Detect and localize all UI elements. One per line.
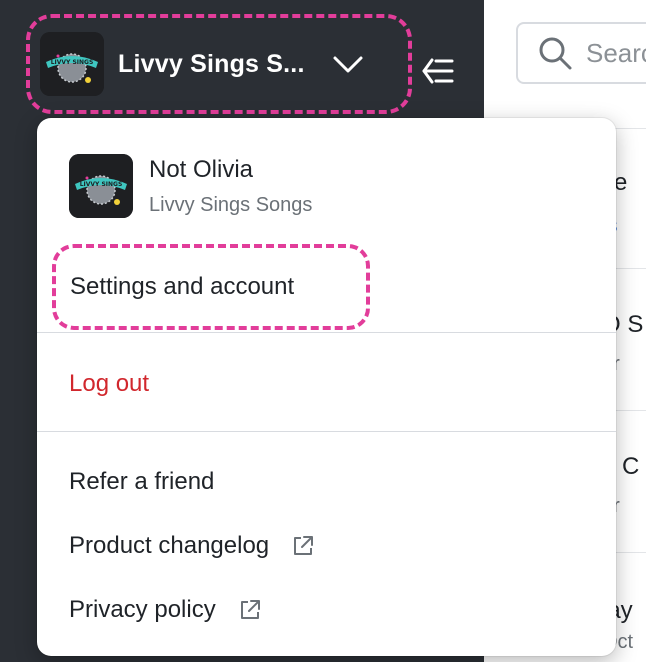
- product-changelog-item[interactable]: Product changelog: [69, 532, 315, 560]
- account-menu: LIVVY SINGS Not Olivia Livvy Sings Songs…: [37, 118, 616, 656]
- logout-label: Log out: [69, 370, 150, 397]
- account-workspace-name: Livvy Sings Songs: [149, 194, 313, 216]
- chevron-down-icon: [333, 56, 363, 73]
- settings-and-account-item[interactable]: Settings and account: [52, 244, 370, 330]
- search-icon: [539, 37, 572, 70]
- search-input[interactable]: Search: [516, 22, 646, 84]
- settings-label: Settings and account: [70, 273, 295, 300]
- divider: [37, 332, 616, 333]
- collapse-sidebar-icon[interactable]: [418, 52, 456, 90]
- external-link-icon: [240, 600, 260, 619]
- workspace-logo: LIVVY SINGS: [40, 32, 104, 96]
- privacy-label: Privacy policy: [69, 596, 216, 623]
- svg-text:LIVVY SINGS: LIVVY SINGS: [51, 59, 94, 66]
- changelog-label: Product changelog: [69, 532, 270, 559]
- workspace-name: Livvy Sings S...: [118, 49, 305, 78]
- svg-text:LIVVY SINGS: LIVVY SINGS: [80, 181, 123, 188]
- workspace-logo: LIVVY SINGS: [69, 154, 133, 218]
- refer-a-friend-item[interactable]: Refer a friend: [69, 468, 214, 496]
- account-header: LIVVY SINGS Not Olivia Livvy Sings Songs: [69, 154, 312, 218]
- refer-label: Refer a friend: [69, 468, 215, 495]
- logout-item[interactable]: Log out: [69, 370, 149, 398]
- divider: [37, 431, 616, 432]
- workspace-switcher[interactable]: LIVVY SINGS Livvy Sings S...: [26, 14, 412, 114]
- user-name: Not Olivia: [149, 156, 254, 183]
- search-placeholder: Search: [586, 37, 646, 68]
- privacy-policy-item[interactable]: Privacy policy: [69, 596, 262, 624]
- external-link-icon: [294, 536, 314, 555]
